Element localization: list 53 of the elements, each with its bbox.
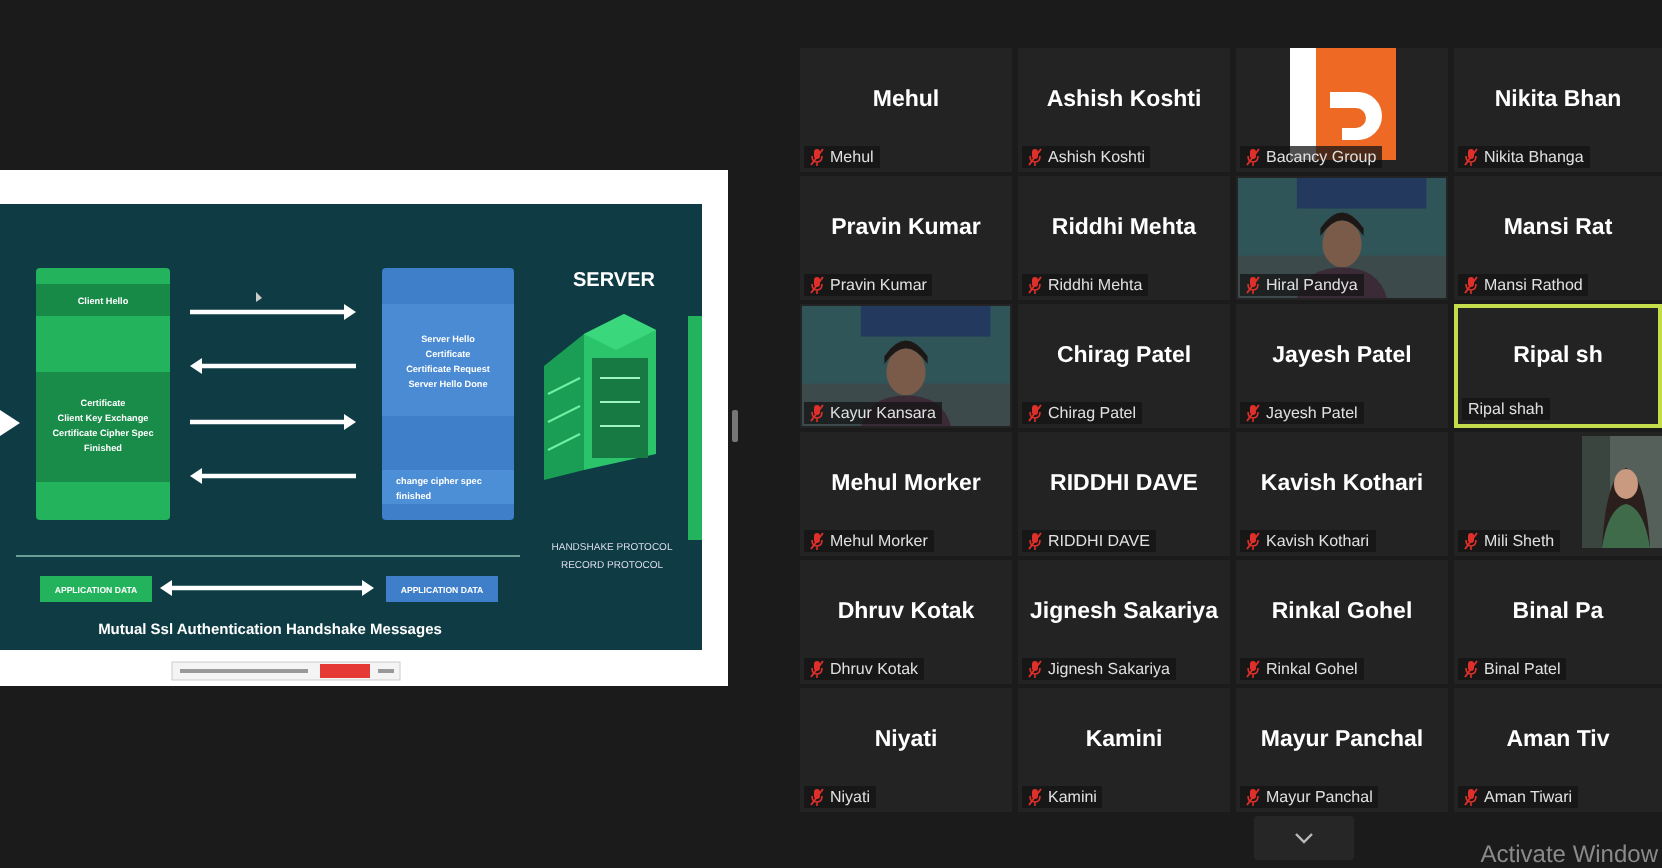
participant-name: Chirag Patel bbox=[1056, 344, 1192, 368]
cursor-icon bbox=[256, 292, 262, 302]
participant-name: Mehul bbox=[872, 88, 940, 112]
show-more-button[interactable] bbox=[1254, 816, 1354, 860]
participant-label: Rinkal Gohel bbox=[1266, 660, 1358, 678]
participant-label: Bacancy Group bbox=[1266, 148, 1377, 166]
participant-label: Mili Sheth bbox=[1484, 532, 1555, 550]
participant-label: Kamini bbox=[1048, 788, 1097, 806]
participant-label: Kayur Kansara bbox=[830, 404, 936, 422]
participant-label: Mehul Morker bbox=[830, 532, 928, 550]
participant-name: Mayur Panchal bbox=[1260, 728, 1424, 752]
participant-name: Pravin Kumar bbox=[831, 216, 981, 240]
participant-name: Nikita Bhan bbox=[1494, 88, 1622, 112]
activation-notice: Activate Window bbox=[1480, 840, 1658, 868]
participant-label: RIDDHI DAVE bbox=[1048, 532, 1150, 550]
participant-name: Mehul Morker bbox=[831, 472, 981, 496]
pointer-arrow bbox=[0, 410, 20, 436]
participant-name: Mansi Rat bbox=[1503, 216, 1613, 240]
participant-label: Ashish Koshti bbox=[1048, 148, 1145, 166]
participant-label: Kavish Kothari bbox=[1266, 532, 1370, 550]
participant-name: Ashish Koshti bbox=[1046, 88, 1202, 112]
participant-name: Niyati bbox=[874, 728, 938, 752]
participant-name: Aman Tiv bbox=[1506, 728, 1610, 752]
participant-name: Rinkal Gohel bbox=[1271, 600, 1413, 624]
participant-name: Binal Pa bbox=[1512, 600, 1604, 624]
participant-name: Riddhi Mehta bbox=[1051, 216, 1197, 240]
participant-label: Aman Tiwari bbox=[1484, 788, 1573, 806]
participant-label: Pravin Kumar bbox=[830, 276, 927, 294]
participant-label: Riddhi Mehta bbox=[1048, 276, 1143, 294]
participant-name: Dhruv Kotak bbox=[837, 600, 975, 624]
participant-label: Ripal shah bbox=[1468, 400, 1544, 418]
participant-label: Mansi Rathod bbox=[1484, 276, 1583, 294]
participant-label: Chirag Patel bbox=[1048, 404, 1137, 422]
participant-label: Mehul bbox=[830, 148, 874, 166]
participant-label: Dhruv Kotak bbox=[830, 660, 919, 678]
participant-name: Kavish Kothari bbox=[1260, 472, 1424, 496]
participant-name: Ripal sh bbox=[1513, 344, 1603, 368]
participant-label: Nikita Bhanga bbox=[1484, 148, 1584, 166]
participant-label: Jignesh Sakariya bbox=[1048, 660, 1170, 678]
participant-name: RIDDHI DAVE bbox=[1050, 472, 1198, 496]
participant-label: Niyati bbox=[830, 788, 871, 806]
split-handle[interactable] bbox=[732, 410, 738, 442]
participant-name: Jignesh Sakariya bbox=[1030, 600, 1218, 624]
participant-label: Binal Patel bbox=[1484, 660, 1561, 678]
participant-label: Hiral Pandya bbox=[1266, 276, 1358, 294]
participant-label: Jayesh Patel bbox=[1266, 404, 1358, 422]
participant-name: Jayesh Patel bbox=[1272, 344, 1412, 368]
application-data-box bbox=[40, 576, 152, 602]
chevron-down-icon bbox=[1294, 832, 1314, 844]
participant-name: Kamini bbox=[1085, 728, 1163, 752]
participant-label: Mayur Panchal bbox=[1266, 788, 1373, 806]
application-data-box bbox=[386, 576, 498, 602]
server-label: SERVER bbox=[573, 270, 655, 292]
